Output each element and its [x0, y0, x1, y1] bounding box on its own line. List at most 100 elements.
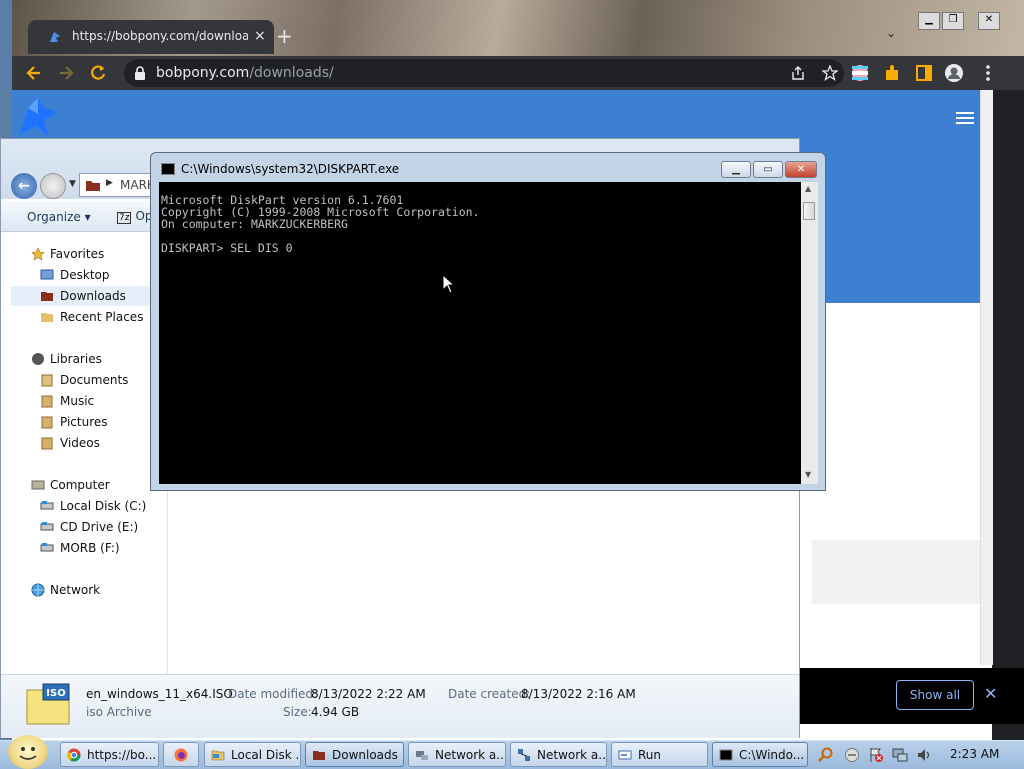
account-avatar-icon[interactable]	[944, 63, 964, 83]
nav-cd-drive[interactable]: CD Drive (E:)	[1, 517, 167, 537]
nav-pictures[interactable]: Pictures	[1, 412, 167, 432]
volume-speaker-icon[interactable]	[916, 747, 932, 763]
hamburger-menu-icon[interactable]	[956, 110, 976, 126]
action-center-flag-icon[interactable]	[868, 747, 884, 763]
nav-recent-places[interactable]: Recent Places	[1, 307, 167, 327]
taskbar-chrome[interactable]: https://bo...	[60, 742, 159, 767]
new-tab-button[interactable]: +	[276, 24, 293, 48]
details-pane: ISO en_windows_11_x64.ISO iso Archive Da…	[1, 674, 799, 738]
system-tray: 2:23 AM	[812, 741, 1024, 769]
nav-videos[interactable]: Videos	[1, 433, 167, 453]
nav-label: Documents	[60, 373, 129, 387]
iso-file-icon: ISO	[26, 683, 70, 725]
taskbar-local-disk[interactable]: Local Disk ...	[204, 742, 301, 767]
star-icon	[31, 247, 45, 261]
network-globe-icon	[31, 583, 45, 597]
task-label: Network a...	[435, 748, 506, 762]
file-name: en_windows_11_x64.ISO	[86, 687, 233, 701]
nav-label: Videos	[60, 436, 100, 450]
7zip-icon: 7z	[117, 212, 132, 224]
taskbar-firefox[interactable]	[163, 742, 199, 767]
scroll-up-arrow-icon[interactable]: ▲	[805, 184, 811, 193]
console-close-button[interactable]: ✕	[785, 161, 817, 178]
url-text: bobpony.com/downloads/	[156, 65, 334, 81]
navigation-pane: Favorites Desktop Downloads Recent Place…	[1, 232, 168, 682]
recent-pages-chevron-icon[interactable]: ▼	[69, 179, 76, 189]
videos-icon	[41, 437, 53, 450]
back-arrow-icon[interactable]	[24, 63, 44, 83]
task-label: C:\Windo...	[739, 748, 805, 762]
console-scroll-thumb[interactable]	[803, 202, 815, 220]
page-scrollbar[interactable]	[980, 90, 993, 665]
nav-computer[interactable]: Computer	[1, 475, 167, 495]
tab-close-icon[interactable]: ×	[254, 28, 266, 44]
nav-downloads[interactable]: Downloads	[11, 286, 167, 306]
taskbar-downloads[interactable]: Downloads	[305, 742, 404, 767]
console-system-icon[interactable]	[161, 163, 175, 175]
taskbar-clock[interactable]: 2:23 AM	[950, 747, 999, 761]
downloads-folder-icon	[313, 751, 325, 760]
nav-network[interactable]: Network	[1, 580, 167, 600]
nav-label: MORB (F:)	[60, 541, 120, 555]
diskpart-console-window: C:\Windows\system32\DISKPART.exe ▁ ▭ ✕ M…	[150, 152, 826, 491]
content-card	[812, 540, 992, 604]
downloads-bar-close-icon[interactable]: ✕	[984, 684, 997, 703]
console-screen[interactable]: Microsoft DiskPart version 6.1.7601 Copy…	[159, 182, 801, 484]
taskbar-network-adapter-1[interactable]: Network a...	[408, 742, 506, 767]
recent-places-icon	[41, 313, 53, 322]
console-icon	[719, 749, 733, 761]
chrome-tabbar: https://bobpony.com/downloads/ × + ⌄ ▁ ❐…	[12, 0, 1024, 56]
share-icon[interactable]	[790, 65, 806, 81]
tray-app-icon[interactable]	[844, 747, 860, 763]
breadcrumb-arrow-icon[interactable]: ▶	[106, 178, 113, 188]
bobpony-logo-icon[interactable]	[14, 94, 62, 140]
chrome-toolbar: bobpony.com/downloads/	[12, 56, 1024, 90]
taskbar-run[interactable]: Run	[611, 742, 708, 767]
nav-label: Network	[50, 583, 101, 597]
search-magnifier-icon[interactable]	[818, 747, 834, 763]
music-icon	[41, 395, 53, 408]
chrome-menu-kebab-icon[interactable]	[978, 63, 998, 83]
network-status-icon[interactable]	[892, 747, 908, 763]
reload-icon[interactable]	[88, 63, 108, 83]
console-maximize-button[interactable]: ▭	[753, 161, 783, 178]
date-created-value: 8/13/2022 2:16 AM	[521, 687, 636, 701]
console-minimize-button[interactable]: ▁	[721, 161, 751, 178]
size-label: Size:	[283, 705, 312, 719]
chrome-icon	[67, 748, 81, 762]
nav-morb[interactable]: MORB (F:)	[1, 538, 167, 558]
organize-label: Organize	[27, 210, 81, 224]
nav-desktop[interactable]: Desktop	[1, 265, 167, 285]
close-button[interactable]: ✕	[978, 12, 1000, 30]
start-button[interactable]	[8, 735, 48, 769]
extensions-puzzle-icon[interactable]	[882, 63, 902, 83]
hard-drive-icon	[40, 501, 54, 510]
scroll-down-arrow-icon[interactable]: ▼	[805, 470, 811, 479]
maximize-button[interactable]: ❐	[942, 12, 964, 30]
forward-button[interactable]	[40, 173, 66, 199]
side-panel-icon[interactable]	[914, 63, 934, 83]
nav-documents[interactable]: Documents	[1, 370, 167, 390]
nav-libraries[interactable]: Libraries	[1, 349, 167, 369]
open-with-button[interactable]: 7z Op	[117, 209, 153, 224]
libraries-icon	[32, 353, 44, 365]
console-scrollbar[interactable]: ▲ ▼	[801, 182, 818, 484]
chrome-tab[interactable]: https://bobpony.com/downloads/ ×	[28, 20, 274, 54]
organize-button[interactable]: Organize ▾	[27, 210, 91, 224]
minimize-button[interactable]: ▁	[918, 12, 940, 30]
nav-favorites[interactable]: Favorites	[1, 244, 167, 264]
forward-arrow-icon[interactable]	[56, 63, 76, 83]
taskbar-diskpart[interactable]: C:\Windo...	[712, 742, 808, 767]
nav-music[interactable]: Music	[1, 391, 167, 411]
nav-local-disk[interactable]: Local Disk (C:)	[1, 496, 167, 516]
tab-search-chevron-icon[interactable]: ⌄	[886, 26, 896, 40]
pictures-icon	[41, 416, 53, 429]
address-bar[interactable]: bobpony.com/downloads/	[124, 59, 844, 87]
file-type: iso Archive	[86, 705, 152, 719]
nav-label: Libraries	[50, 352, 102, 366]
bookmark-star-icon[interactable]	[822, 65, 838, 81]
back-button[interactable]: ←	[11, 173, 37, 199]
show-all-button[interactable]: Show all	[896, 680, 974, 710]
taskbar-network-adapter-2[interactable]: Network a...	[510, 742, 607, 767]
profile-flag-icon[interactable]	[850, 63, 870, 83]
